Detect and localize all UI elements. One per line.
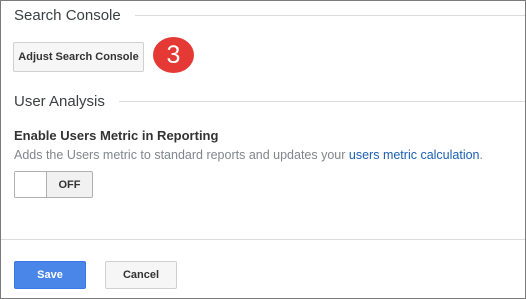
users-metric-toggle[interactable]: OFF bbox=[14, 171, 93, 198]
search-console-section-header: Search Console bbox=[14, 7, 525, 24]
search-console-section-title: Search Console bbox=[14, 7, 121, 24]
settings-panel: Search Console Adjust Search Console 3 U… bbox=[0, 0, 526, 299]
section-divider bbox=[118, 101, 525, 102]
toggle-knob bbox=[15, 172, 47, 197]
cancel-button[interactable]: Cancel bbox=[105, 261, 177, 289]
user-analysis-section-header: User Analysis bbox=[14, 93, 525, 110]
step-number-badge: 3 bbox=[153, 37, 194, 73]
users-metric-setting-description: Adds the Users metric to standard report… bbox=[14, 148, 483, 162]
toggle-state-label: OFF bbox=[58, 178, 81, 191]
user-analysis-section-title: User Analysis bbox=[14, 93, 105, 110]
setting-description-period: . bbox=[479, 148, 483, 162]
section-divider bbox=[134, 15, 525, 16]
save-button[interactable]: Save bbox=[14, 261, 86, 289]
adjust-search-console-button[interactable]: Adjust Search Console bbox=[13, 42, 144, 72]
footer-divider bbox=[1, 239, 525, 240]
users-metric-calculation-link[interactable]: users metric calculation bbox=[349, 148, 480, 162]
setting-description-text: Adds the Users metric to standard report… bbox=[14, 148, 349, 162]
users-metric-setting-title: Enable Users Metric in Reporting bbox=[14, 128, 219, 143]
